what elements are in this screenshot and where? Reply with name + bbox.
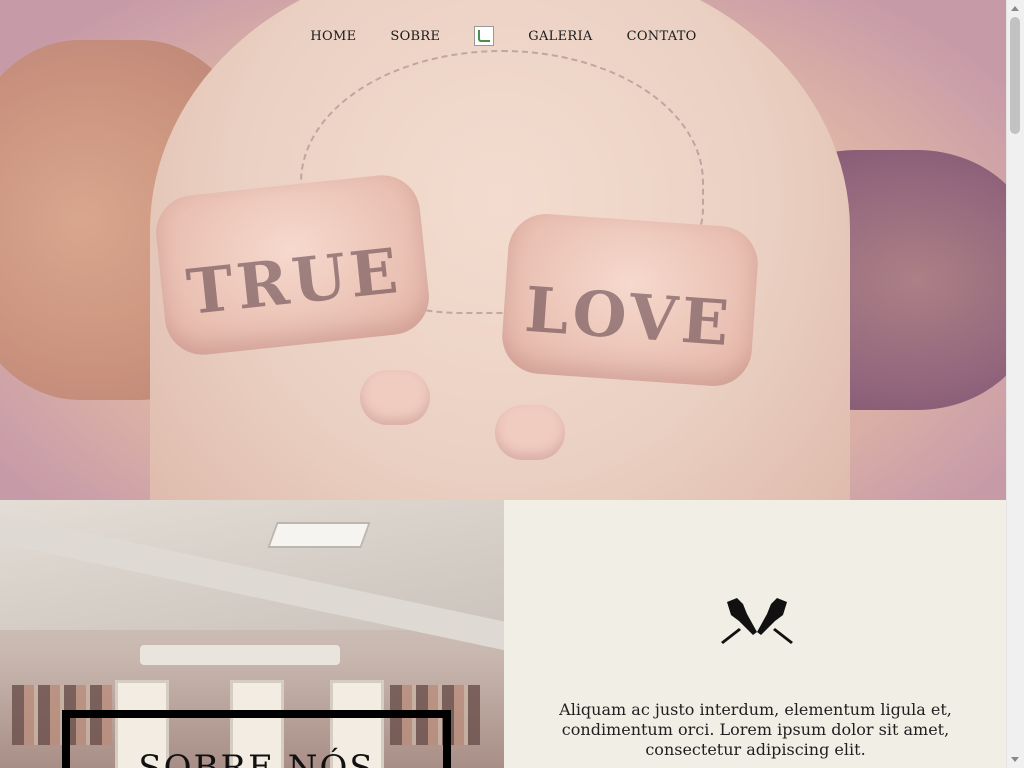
about-panel: Aliquam ac justo interdum, elementum lig… bbox=[504, 500, 1007, 768]
hero-banner: TRUE LOVE bbox=[0, 0, 1007, 500]
thumb-right bbox=[495, 405, 565, 460]
ceiling-light bbox=[267, 522, 371, 548]
fist-right: LOVE bbox=[499, 211, 761, 389]
thumb-left bbox=[360, 370, 430, 425]
about-title: SOBRE NÓS bbox=[138, 748, 375, 768]
vertical-scrollbar[interactable] bbox=[1006, 0, 1024, 768]
nav-sobre[interactable]: SOBRE bbox=[390, 29, 440, 44]
nav-home[interactable]: HOME bbox=[310, 29, 356, 44]
knuckle-tattoo-left: TRUE bbox=[183, 233, 405, 329]
about-text: Aliquam ac justo interdum, elementum lig… bbox=[559, 700, 952, 759]
scroll-up-icon[interactable] bbox=[1011, 6, 1019, 11]
scroll-thumb[interactable] bbox=[1010, 17, 1020, 134]
nav-contato[interactable]: CONTATO bbox=[627, 29, 697, 44]
broken-image-icon[interactable] bbox=[474, 26, 495, 46]
nav-galeria[interactable]: GALERIA bbox=[528, 29, 592, 44]
ventilation-duct bbox=[140, 645, 340, 665]
scroll-down-icon[interactable] bbox=[1011, 757, 1019, 762]
knuckle-tattoo-right: LOVE bbox=[522, 272, 736, 361]
main-nav: HOME SOBRE GALERIA CONTATO bbox=[0, 26, 1007, 46]
fist-left: TRUE bbox=[152, 171, 433, 359]
tattoo-machines-icon bbox=[721, 598, 793, 644]
